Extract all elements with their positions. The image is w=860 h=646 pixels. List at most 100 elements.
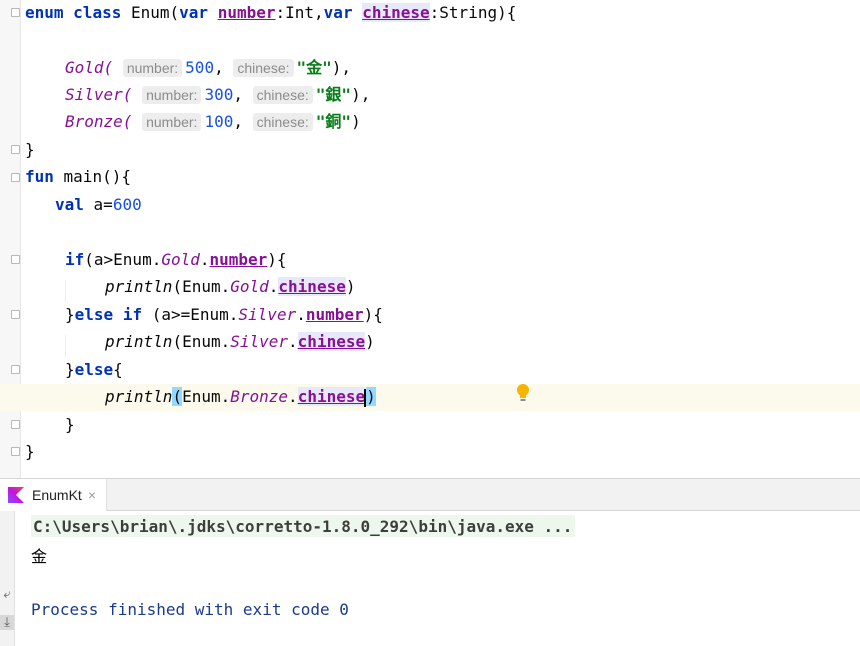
close-icon[interactable]: × (88, 487, 96, 503)
type-text: :String){ (429, 3, 517, 22)
property-ref: number (305, 305, 364, 324)
run-console[interactable]: ⤶ ⤓ C:\Users\brian\.jdks\corretto-1.8.0_… (0, 511, 860, 646)
closing-brace: } (65, 415, 75, 434)
code-text: ){ (363, 305, 383, 324)
punct: ) (351, 112, 361, 131)
code-text: ) (365, 332, 375, 351)
property-ref: chinese (297, 332, 366, 351)
code-line[interactable]: println(Enum.Silver.chinese) (0, 329, 860, 356)
property-ref: chinese (297, 387, 366, 406)
code-text: (a>Enum. (84, 250, 162, 269)
code-line[interactable]: }else if (a>=Enum.Silver.number){ (0, 302, 860, 329)
closing-brace: } (25, 442, 35, 461)
function-call: println (105, 277, 173, 296)
comma: , (233, 85, 243, 104)
code-line[interactable]: Gold( number: 500, chinese: "金"), (0, 55, 860, 82)
number-literal: 100 (204, 112, 234, 131)
run-tab-label: EnumKt (32, 487, 82, 503)
code-text: a= (83, 195, 113, 214)
code-line[interactable]: Silver( number: 300, chinese: "銀"), (0, 82, 860, 109)
param-hint: chinese: (252, 86, 313, 104)
comma: , (214, 58, 224, 77)
closing-brace: } (65, 305, 75, 324)
code-text: (Enum. (172, 277, 231, 296)
code-text: ) (345, 277, 356, 296)
enum-entry: Gold( (65, 58, 114, 77)
punct: ), (351, 85, 371, 104)
dot: . (268, 277, 279, 296)
code-text: Enum. (182, 387, 231, 406)
code-line[interactable]: } (0, 439, 860, 466)
code-line[interactable]: Bronze( number: 100, chinese: "銅") (0, 109, 860, 136)
property-number: number (217, 3, 276, 22)
code-line[interactable]: if(a>Enum.Gold.number){ (0, 247, 860, 274)
keyword: if (65, 250, 85, 269)
keyword: var (179, 3, 209, 22)
keyword: val (55, 195, 84, 214)
code-line[interactable]: println(Enum.Gold.chinese) (0, 274, 860, 301)
code-line[interactable]: } (0, 137, 860, 164)
string-literal: "銀" (315, 85, 352, 104)
param-hint: number: (142, 86, 202, 104)
dot: . (288, 387, 298, 406)
code-line[interactable]: val a=600 (0, 192, 860, 219)
process-finished-text: Process finished with exit code 0 (31, 600, 349, 619)
code-text: (a>=Enum. (142, 305, 239, 324)
code-text: ){ (267, 250, 287, 269)
param-hint: chinese: (233, 59, 294, 77)
property-ref: chinese (278, 277, 346, 296)
string-literal: "銅" (315, 112, 352, 131)
kotlin-icon (8, 487, 24, 503)
property-chinese: chinese (362, 3, 430, 22)
keyword: var (323, 3, 353, 22)
dot: . (288, 332, 298, 351)
run-tool-window-header: EnumKt × (0, 478, 860, 511)
enum-entry: Gold (230, 277, 269, 296)
code-line[interactable]: fun main(){ (0, 164, 860, 191)
matched-paren: ( (172, 387, 183, 406)
number-literal: 600 (112, 195, 142, 214)
keyword: else (74, 360, 114, 379)
scroll-to-end-icon[interactable]: ⤓ (0, 615, 14, 630)
type-text: :Int, (275, 3, 324, 22)
enum-entry: Bronze( (65, 112, 133, 131)
param-hint: number: (142, 113, 202, 131)
closing-brace: } (25, 140, 35, 159)
class-name: Enum( (130, 3, 180, 22)
closing-brace: } (65, 360, 75, 379)
code-line[interactable]: } (0, 412, 860, 439)
enum-entry: Silver (238, 305, 297, 324)
enum-entry: Gold (161, 250, 200, 269)
code-line[interactable]: }else{ (0, 357, 860, 384)
punct: ), (331, 58, 352, 77)
number-literal: 500 (185, 58, 215, 77)
function-decl: main(){ (53, 167, 131, 186)
wrap-icon[interactable]: ⤶ (0, 587, 14, 602)
run-tab-enumkt[interactable]: EnumKt × (0, 479, 107, 511)
dot: . (199, 250, 210, 269)
number-literal: 300 (204, 85, 234, 104)
keyword: fun (25, 167, 54, 186)
current-code-line[interactable]: println(Enum.Bronze.chinese) (0, 384, 860, 411)
param-hint: chinese: (252, 113, 313, 131)
keyword: else (74, 305, 114, 324)
comma: , (233, 112, 243, 131)
console-output: 金 (31, 547, 48, 566)
matched-paren: ) (366, 387, 376, 406)
keyword: enum (25, 3, 64, 22)
function-call: println (105, 332, 173, 351)
dot: . (296, 305, 306, 324)
string-literal: "金" (296, 58, 332, 77)
code-text: (Enum. (172, 332, 231, 351)
enum-entry: Silver (230, 332, 289, 351)
run-command-line: C:\Users\brian\.jdks\corretto-1.8.0_292\… (31, 515, 576, 537)
code-text: { (113, 360, 123, 379)
keyword: if (122, 305, 143, 324)
function-call: println (105, 387, 173, 406)
enum-entry: Silver( (65, 85, 133, 104)
intention-bulb-icon[interactable] (515, 383, 531, 403)
code-line[interactable]: enum class Enum(var number:Int,var chine… (0, 0, 860, 27)
param-hint: number: (122, 59, 183, 77)
code-editor[interactable]: enum class Enum(var number:Int,var chine… (0, 0, 860, 478)
property-ref: number (209, 250, 268, 269)
